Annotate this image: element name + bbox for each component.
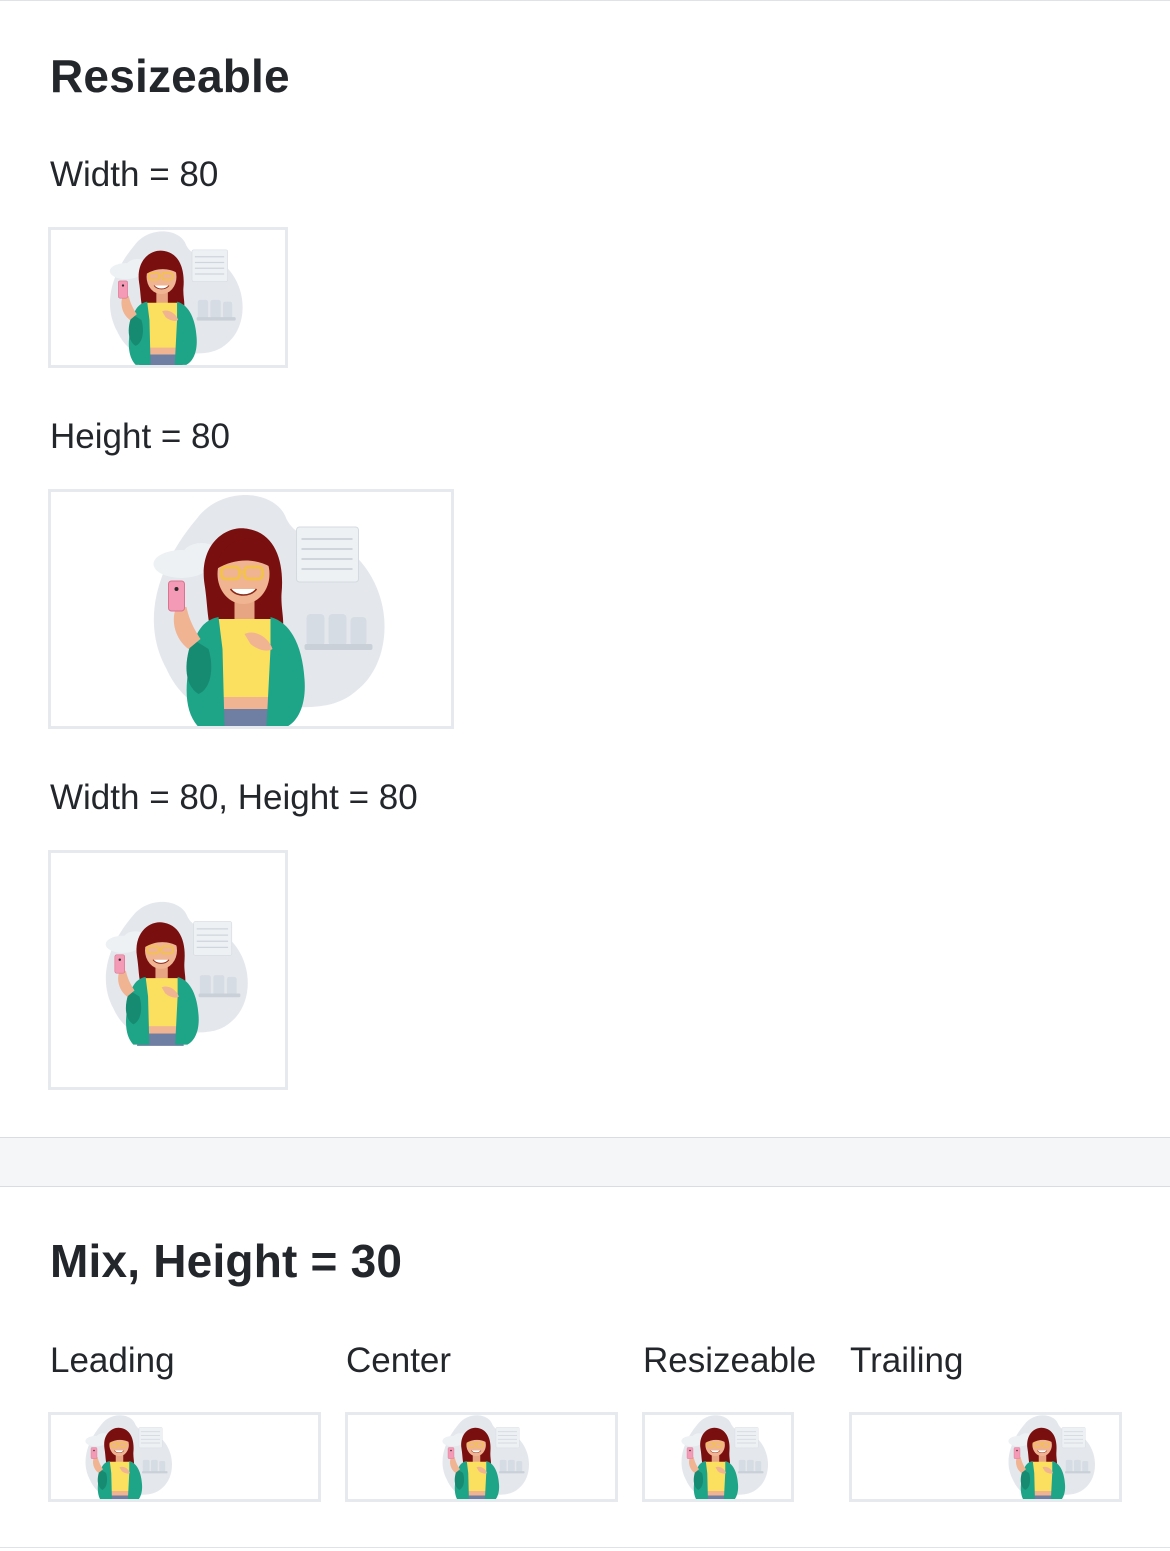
section-separator xyxy=(0,1137,1170,1187)
section-title: Resizeable xyxy=(50,50,290,102)
leading-label: Leading xyxy=(50,1341,175,1380)
mix-section: Mix, Height = 30 Leading Center Resizeab… xyxy=(0,1187,1170,1551)
width-label: Width = 80 xyxy=(50,155,219,194)
resizeable-label: Resizeable xyxy=(643,1341,817,1380)
image-frame-width-80 xyxy=(48,227,288,368)
image-frame-resizeable xyxy=(642,1412,794,1502)
resizeable-section: Resizeable Width = 80 Height = 80 Width … xyxy=(0,1,1170,1137)
width-height-label: Width = 80, Height = 80 xyxy=(50,778,418,817)
section-title: Mix, Height = 30 xyxy=(50,1235,403,1287)
woman-phone-illustration xyxy=(89,898,249,1046)
trailing-label: Trailing xyxy=(850,1341,964,1380)
image-frame-leading xyxy=(48,1412,321,1502)
woman-phone-illustration xyxy=(69,1413,179,1502)
image-frame-height-80 xyxy=(48,489,454,729)
image-frame-trailing xyxy=(849,1412,1122,1502)
image-frame-center xyxy=(345,1412,618,1502)
center-label: Center xyxy=(346,1341,452,1380)
woman-phone-illustration xyxy=(992,1413,1102,1502)
woman-phone-illustration xyxy=(665,1413,775,1502)
bottom-divider xyxy=(0,1547,1170,1548)
woman-phone-illustration xyxy=(89,228,249,366)
woman-phone-illustration xyxy=(119,489,394,729)
woman-phone-illustration xyxy=(426,1413,536,1502)
image-frame-width-height-80 xyxy=(48,850,288,1090)
height-label: Height = 80 xyxy=(50,417,230,456)
